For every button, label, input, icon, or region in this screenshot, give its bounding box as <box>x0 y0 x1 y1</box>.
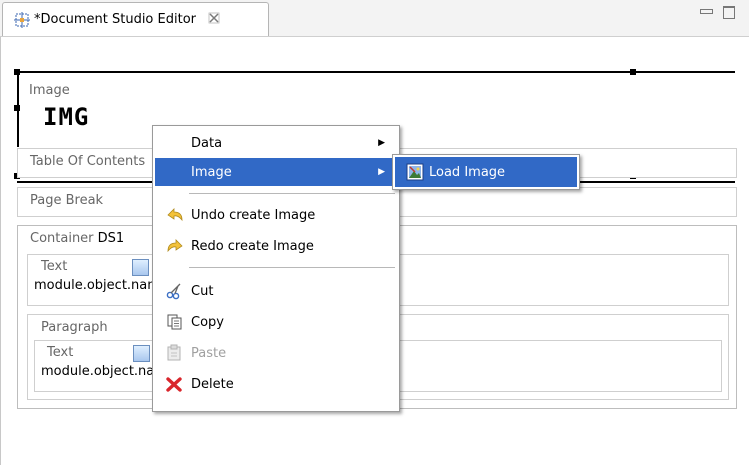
menu-item-data[interactable]: Data ▶ <box>155 129 397 157</box>
menu-item-label: Delete <box>191 376 234 392</box>
context-menu: Data ▶ Image ▶ Undo create Image Redo cr… <box>152 125 400 412</box>
menu-item-undo[interactable]: Undo create Image <box>155 201 397 229</box>
maximize-icon[interactable] <box>723 6 735 19</box>
menu-item-label: Copy <box>191 314 224 330</box>
selection-handle[interactable] <box>14 105 20 111</box>
menu-item-label: Load Image <box>429 164 506 180</box>
menu-item-label: Data <box>191 135 223 151</box>
paragraph-text-label: Text <box>47 345 74 360</box>
minimize-icon[interactable] <box>700 9 713 14</box>
menu-item-label: Undo create Image <box>191 207 316 223</box>
delete-icon <box>165 374 185 394</box>
redo-icon <box>165 236 185 256</box>
container-title: Container DS1 <box>30 231 124 246</box>
menu-item-redo[interactable]: Redo create Image <box>155 232 397 260</box>
page-break-block-label: Page Break <box>30 193 104 208</box>
scissors-icon <box>165 281 185 301</box>
toc-block-label: Table Of Contents <box>30 154 146 169</box>
menu-item-image[interactable]: Image ▶ <box>155 158 397 186</box>
menu-item-label: Cut <box>191 283 214 299</box>
paste-icon <box>165 343 185 363</box>
submenu-arrow-icon: ▶ <box>378 167 385 177</box>
menu-item-label: Image <box>191 164 232 180</box>
selection-handle[interactable] <box>14 69 20 75</box>
menu-item-label: Paste <box>191 345 227 361</box>
editor-tab-bar: *Document Studio Editor <box>0 0 749 37</box>
undo-icon <box>165 205 185 225</box>
close-icon[interactable] <box>208 12 220 28</box>
selection-handle[interactable] <box>630 69 636 75</box>
text-block-label: Text <box>41 259 68 274</box>
menu-item-delete[interactable]: Delete <box>155 370 397 398</box>
expression-icon[interactable] <box>132 259 149 276</box>
image-submenu: Load Image <box>392 154 580 190</box>
tab-title: *Document Studio Editor <box>34 12 196 27</box>
load-image-icon <box>405 162 425 182</box>
image-block-label: Image <box>29 83 70 98</box>
menu-separator <box>189 267 395 268</box>
image-placeholder: IMG <box>43 103 90 131</box>
container-name: DS1 <box>97 231 125 246</box>
container-label: Container <box>30 231 94 246</box>
menu-separator <box>189 193 395 194</box>
menu-item-copy[interactable]: Copy <box>155 308 397 336</box>
menu-item-cut[interactable]: Cut <box>155 277 397 305</box>
submenu-arrow-icon: ▶ <box>378 138 385 148</box>
text-block-value: module.object.name <box>34 278 168 293</box>
menu-item-paste[interactable]: Paste <box>155 339 397 367</box>
tab-document-studio-editor[interactable]: *Document Studio Editor <box>2 2 269 36</box>
expression-icon[interactable] <box>133 345 150 362</box>
copy-icon <box>165 312 185 332</box>
paragraph-block-label: Paragraph <box>41 320 108 335</box>
menu-item-label: Redo create Image <box>191 238 314 254</box>
report-editor-icon <box>13 11 31 29</box>
menu-item-load-image[interactable]: Load Image <box>395 157 577 187</box>
